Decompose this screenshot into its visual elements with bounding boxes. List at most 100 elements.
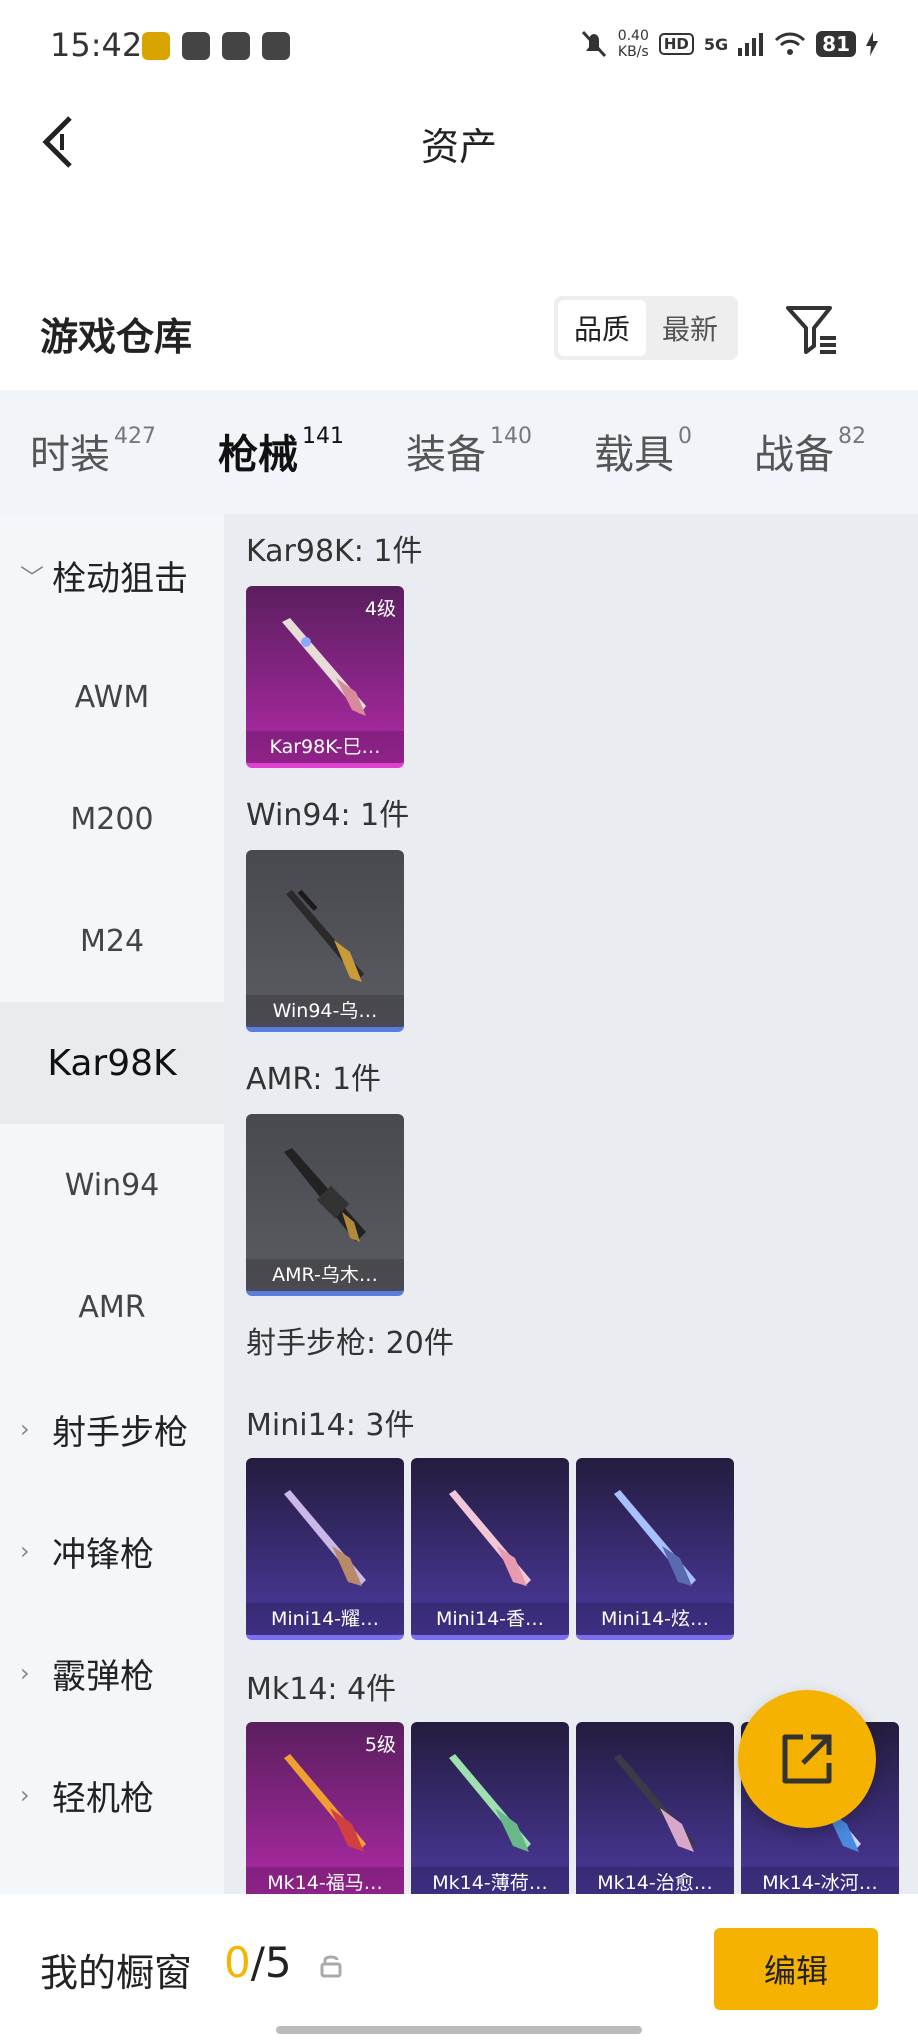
level-badge: 5级 xyxy=(364,1734,396,1756)
gun-name: Kar98K-巳… xyxy=(246,731,404,763)
sidebar-item-awm[interactable]: AWM xyxy=(0,636,224,758)
wifi-icon xyxy=(775,32,806,55)
gun-card[interactable]: Mk14-治愈… xyxy=(576,1722,734,1894)
warehouse-row: 游戏仓库 品质 最新 xyxy=(0,282,918,382)
tab-vehicles[interactable]: 载具 0 xyxy=(594,422,692,482)
gun-name: Mini14-炫… xyxy=(576,1603,734,1635)
rifle-icon xyxy=(449,1754,531,1852)
status-bar: 15:42 0.40 KB/s HD 5G 81 xyxy=(0,0,918,92)
group-title: 射手步枪: 20件 xyxy=(246,1326,454,1361)
gun-card[interactable]: Mini14-炫… xyxy=(576,1458,734,1640)
showcase-count: 0/5 xyxy=(224,1938,292,1987)
net-speed-unit: KB/s xyxy=(617,44,649,60)
sort-by-latest[interactable]: 最新 xyxy=(646,300,734,356)
filter-button[interactable] xyxy=(784,302,840,358)
share-external-icon xyxy=(782,1734,832,1784)
showcase-label: 我的橱窗 xyxy=(40,1951,193,1995)
tab-fashion[interactable]: 时装 427 xyxy=(30,422,156,482)
sidebar-item-lmg[interactable]: › 轻机枪 xyxy=(0,1734,224,1856)
gun-card[interactable]: Mini14-香… xyxy=(411,1458,569,1640)
sidebar-item-win94[interactable]: Win94 xyxy=(0,1124,224,1246)
filter-icon xyxy=(786,306,836,354)
showcase-total: /5 xyxy=(250,1938,292,1987)
gun-list: Kar98K: 1件 4级 Kar98K-巳… Win94: 1件 Win94-… xyxy=(224,514,918,1894)
home-indicator[interactable] xyxy=(276,2026,642,2034)
gun-name: Mini14-耀… xyxy=(246,1603,404,1635)
group-title: AMR: 1件 xyxy=(246,1062,382,1097)
sidebar-item-smg[interactable]: › 冲锋枪 xyxy=(0,1490,224,1612)
sidebar-item-label: 栓动狙击 xyxy=(52,558,188,599)
sidebar-item-marksman[interactable]: › 射手步枪 xyxy=(0,1368,224,1490)
gun-card[interactable]: AMR-乌木… xyxy=(246,1114,404,1296)
hd-badge: HD xyxy=(658,33,694,55)
rifle-icon xyxy=(284,1490,366,1586)
charging-icon xyxy=(866,32,878,56)
group-title: Mini14: 3件 xyxy=(246,1408,415,1443)
group-title: Mk14: 4件 xyxy=(246,1672,397,1707)
gun-name: Mk14-福马… xyxy=(246,1867,404,1894)
rifle-icon xyxy=(286,889,364,982)
gun-name: AMR-乌木… xyxy=(246,1259,404,1291)
edit-button[interactable]: 编辑 xyxy=(714,1928,878,2010)
rifle-icon xyxy=(614,1754,696,1852)
gun-name: Win94-乌… xyxy=(246,995,404,1027)
chevron-right-icon: › xyxy=(20,1415,30,1443)
shield-app-icon xyxy=(262,32,290,60)
gun-name: Mk14-治愈… xyxy=(576,1867,734,1894)
rifle-icon xyxy=(449,1490,531,1586)
status-time: 15:42 xyxy=(50,26,143,64)
sidebar-item-kar98k[interactable]: Kar98K xyxy=(0,1002,224,1124)
gun-card[interactable]: 5级 Mk14-福马… xyxy=(246,1722,404,1894)
gun-name: Mk14-薄荷… xyxy=(411,1867,569,1894)
gun-name: Mini14-香… xyxy=(411,1603,569,1635)
level-badge: 4级 xyxy=(364,598,396,620)
lock-icon xyxy=(320,1955,342,1978)
gun-card[interactable]: Win94-乌… xyxy=(246,850,404,1032)
tab-equipment[interactable]: 装备 140 xyxy=(406,422,532,482)
chevron-right-icon: › xyxy=(20,1659,30,1687)
gun-card[interactable]: Mini14-耀… xyxy=(246,1458,404,1640)
category-tabs: 时装 427 枪械 141 装备 140 载具 0 战备 82 xyxy=(0,390,918,523)
tab-count: 141 xyxy=(302,424,344,449)
leaf-app-icon xyxy=(182,32,210,60)
signal-bars-icon xyxy=(738,33,764,56)
sidebar-item-amr[interactable]: AMR xyxy=(0,1246,224,1368)
tab-label: 装备 xyxy=(406,432,486,478)
tab-count: 82 xyxy=(838,424,866,449)
battery-level: 81 xyxy=(816,31,856,57)
app-header: 资产 xyxy=(0,92,918,192)
rifle-icon xyxy=(284,1148,366,1242)
net-speed: 0.40 KB/s xyxy=(618,28,649,60)
sidebar-item-bolt-action[interactable]: ﹀ 栓动狙击 xyxy=(0,514,224,636)
warehouse-title: 游戏仓库 xyxy=(40,315,193,359)
sidebar-item-label: 冲锋枪 xyxy=(52,1534,154,1575)
sidebar-item-m200[interactable]: M200 xyxy=(0,758,224,880)
tab-count: 427 xyxy=(114,424,156,449)
showcase-bar: 我的橱窗 0/5 编辑 xyxy=(0,1894,918,2040)
tab-label: 时装 xyxy=(30,432,110,478)
sidebar-item-shotgun[interactable]: › 霰弹枪 xyxy=(0,1612,224,1734)
gun-name: Mk14-冰河… xyxy=(741,1867,899,1894)
sort-by-quality[interactable]: 品质 xyxy=(558,300,646,356)
game-app-icon xyxy=(142,32,170,60)
tab-label: 战备 xyxy=(754,432,834,478)
tab-guns[interactable]: 枪械 141 xyxy=(218,422,344,523)
tab-supplies[interactable]: 战备 82 xyxy=(754,422,866,482)
sidebar-item-m24[interactable]: M24 xyxy=(0,880,224,1002)
tab-count: 0 xyxy=(678,424,692,449)
signal-label: 5G xyxy=(703,34,729,54)
page-title: 资产 xyxy=(420,125,497,169)
mute-bell-icon xyxy=(581,30,606,58)
chevron-right-icon: › xyxy=(20,1537,30,1565)
chevron-right-icon: › xyxy=(20,1781,30,1809)
group-title: Kar98K: 1件 xyxy=(246,534,423,569)
tab-label: 载具 xyxy=(594,432,674,478)
rifle-icon xyxy=(282,618,366,716)
gun-card[interactable]: Mk14-薄荷… xyxy=(411,1722,569,1894)
gun-card[interactable]: 4级 Kar98K-巳… xyxy=(246,586,404,768)
gun-type-sidebar: ﹀ 栓动狙击 AWM M200 M24 Kar98K Win94 AMR › 射… xyxy=(0,514,224,1894)
notification-icons xyxy=(142,32,290,60)
share-button[interactable] xyxy=(738,1690,876,1828)
tab-label: 枪械 xyxy=(218,432,298,478)
net-speed-value: 0.40 xyxy=(617,28,649,44)
